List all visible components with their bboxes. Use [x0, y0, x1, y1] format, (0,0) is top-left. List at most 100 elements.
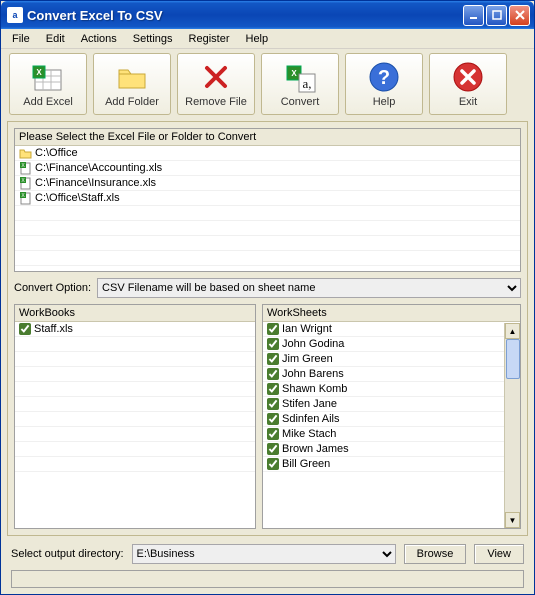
workbook-empty-row	[15, 397, 255, 412]
menu-help[interactable]: Help	[239, 31, 276, 47]
help-label: Help	[373, 96, 396, 108]
output-directory-select[interactable]: E:\Business	[132, 544, 396, 564]
file-list-item[interactable]: XC:\Office\Staff.xls	[15, 191, 520, 206]
file-list: Please Select the Excel File or Folder t…	[14, 128, 521, 272]
workbook-checkbox[interactable]	[19, 323, 31, 335]
file-list-empty-row	[15, 236, 520, 251]
worksheet-item[interactable]: Bill Green	[263, 457, 504, 472]
file-list-empty-row	[15, 206, 520, 221]
maximize-button[interactable]	[486, 5, 507, 26]
worksheet-label: Jim Green	[282, 353, 333, 365]
svg-text:?: ?	[378, 67, 390, 89]
worksheet-item[interactable]: Mike Stach	[263, 427, 504, 442]
menu-edit[interactable]: Edit	[39, 31, 72, 47]
add-excel-label: Add Excel	[23, 96, 73, 108]
worksheet-item[interactable]: Brown James	[263, 442, 504, 457]
worksheet-item[interactable]: Shawn Komb	[263, 382, 504, 397]
workbook-label: Staff.xls	[34, 323, 73, 335]
file-list-item[interactable]: XC:\Finance\Accounting.xls	[15, 161, 520, 176]
worksheet-checkbox[interactable]	[267, 413, 279, 425]
output-label: Select output directory:	[11, 548, 124, 560]
worksheets-body[interactable]: Ian Wrignt John Godina Jim Green John Baren…	[263, 322, 504, 528]
svg-text:a,: a,	[302, 76, 311, 91]
scroll-up-icon[interactable]: ▲	[505, 323, 520, 339]
scrollbar[interactable]: ▲ ▼	[504, 323, 520, 528]
worksheet-label: Stifen Jane	[282, 398, 337, 410]
excel-file-icon: X	[19, 162, 32, 175]
convert-button[interactable]: Xa,Convert	[261, 53, 339, 115]
file-list-rows[interactable]: C:\OfficeXC:\Finance\Accounting.xlsXC:\F…	[15, 146, 520, 270]
remove-file-button[interactable]: Remove File	[177, 53, 255, 115]
worksheet-label: Bill Green	[282, 458, 330, 470]
worksheet-item[interactable]: Ian Wrignt	[263, 322, 504, 337]
folder-icon	[19, 147, 32, 160]
help-button[interactable]: ? Help	[345, 53, 423, 115]
view-button[interactable]: View	[474, 544, 524, 564]
file-list-item[interactable]: C:\Office	[15, 146, 520, 161]
convert-option-select[interactable]: CSV Filename will be based on sheet name	[97, 278, 521, 298]
workbooks-body[interactable]: Staff.xls	[15, 322, 255, 528]
scroll-down-icon[interactable]: ▼	[505, 512, 520, 528]
file-list-item[interactable]: XC:\Finance\Insurance.xls	[15, 176, 520, 191]
file-list-empty-row	[15, 221, 520, 236]
workbook-empty-row	[15, 457, 255, 472]
file-list-header: Please Select the Excel File or Folder t…	[15, 129, 520, 146]
workbook-empty-row	[15, 412, 255, 427]
exit-button[interactable]: Exit	[429, 53, 507, 115]
worksheet-item[interactable]: John Godina	[263, 337, 504, 352]
workbooks-header: WorkBooks	[15, 305, 255, 322]
convert-option-row: Convert Option: CSV Filename will be bas…	[14, 278, 521, 298]
worksheet-checkbox[interactable]	[267, 428, 279, 440]
workbook-item[interactable]: Staff.xls	[15, 322, 255, 337]
exit-icon	[451, 60, 485, 94]
excel-file-icon: X	[19, 192, 32, 205]
worksheet-item[interactable]: John Barens	[263, 367, 504, 382]
convert-option-label: Convert Option:	[14, 282, 91, 294]
worksheets-header: WorkSheets	[263, 305, 520, 322]
worksheet-label: Sdinfen Ails	[282, 413, 339, 425]
add-excel-button[interactable]: XAdd Excel	[9, 53, 87, 115]
remove-file-icon	[199, 60, 233, 94]
menu-settings[interactable]: Settings	[126, 31, 180, 47]
worksheet-checkbox[interactable]	[267, 398, 279, 410]
minimize-button[interactable]	[463, 5, 484, 26]
content-area: Please Select the Excel File or Folder t…	[7, 121, 528, 536]
svg-text:X: X	[291, 69, 297, 78]
excel-file-icon: X	[19, 177, 32, 190]
window: a Convert Excel To CSV FileEditActionsSe…	[0, 0, 535, 595]
file-list-item-text: C:\Office\Staff.xls	[35, 192, 120, 204]
workbooks-panel: WorkBooks Staff.xls	[14, 304, 256, 529]
worksheet-checkbox[interactable]	[267, 368, 279, 380]
file-list-empty-row	[15, 266, 520, 270]
worksheet-checkbox[interactable]	[267, 338, 279, 350]
panels: WorkBooks Staff.xls WorkSheets Ian Wrign…	[14, 304, 521, 529]
workbook-empty-row	[15, 442, 255, 457]
add-folder-label: Add Folder	[105, 96, 159, 108]
close-button[interactable]	[509, 5, 530, 26]
worksheet-checkbox[interactable]	[267, 353, 279, 365]
status-bar	[11, 570, 524, 588]
worksheet-item[interactable]: Stifen Jane	[263, 397, 504, 412]
menubar: FileEditActionsSettingsRegisterHelp	[1, 29, 534, 49]
scroll-thumb[interactable]	[506, 339, 520, 379]
worksheet-item[interactable]: Jim Green	[263, 352, 504, 367]
menu-register[interactable]: Register	[182, 31, 237, 47]
worksheet-checkbox[interactable]	[267, 458, 279, 470]
worksheet-label: Ian Wrignt	[282, 323, 332, 335]
title-text: Convert Excel To CSV	[27, 8, 463, 23]
worksheet-checkbox[interactable]	[267, 443, 279, 455]
worksheet-checkbox[interactable]	[267, 383, 279, 395]
browse-button[interactable]: Browse	[404, 544, 467, 564]
worksheet-checkbox[interactable]	[267, 323, 279, 335]
titlebar[interactable]: a Convert Excel To CSV	[1, 1, 534, 29]
help-icon: ?	[367, 60, 401, 94]
add-folder-button[interactable]: Add Folder	[93, 53, 171, 115]
worksheet-label: Shawn Komb	[282, 383, 347, 395]
menu-actions[interactable]: Actions	[74, 31, 124, 47]
worksheet-label: John Godina	[282, 338, 344, 350]
file-list-item-text: C:\Finance\Accounting.xls	[35, 162, 162, 174]
bottom-bar: Select output directory: E:\Business Bro…	[1, 538, 534, 594]
menu-file[interactable]: File	[5, 31, 37, 47]
file-list-item-text: C:\Office	[35, 147, 78, 159]
worksheet-item[interactable]: Sdinfen Ails	[263, 412, 504, 427]
